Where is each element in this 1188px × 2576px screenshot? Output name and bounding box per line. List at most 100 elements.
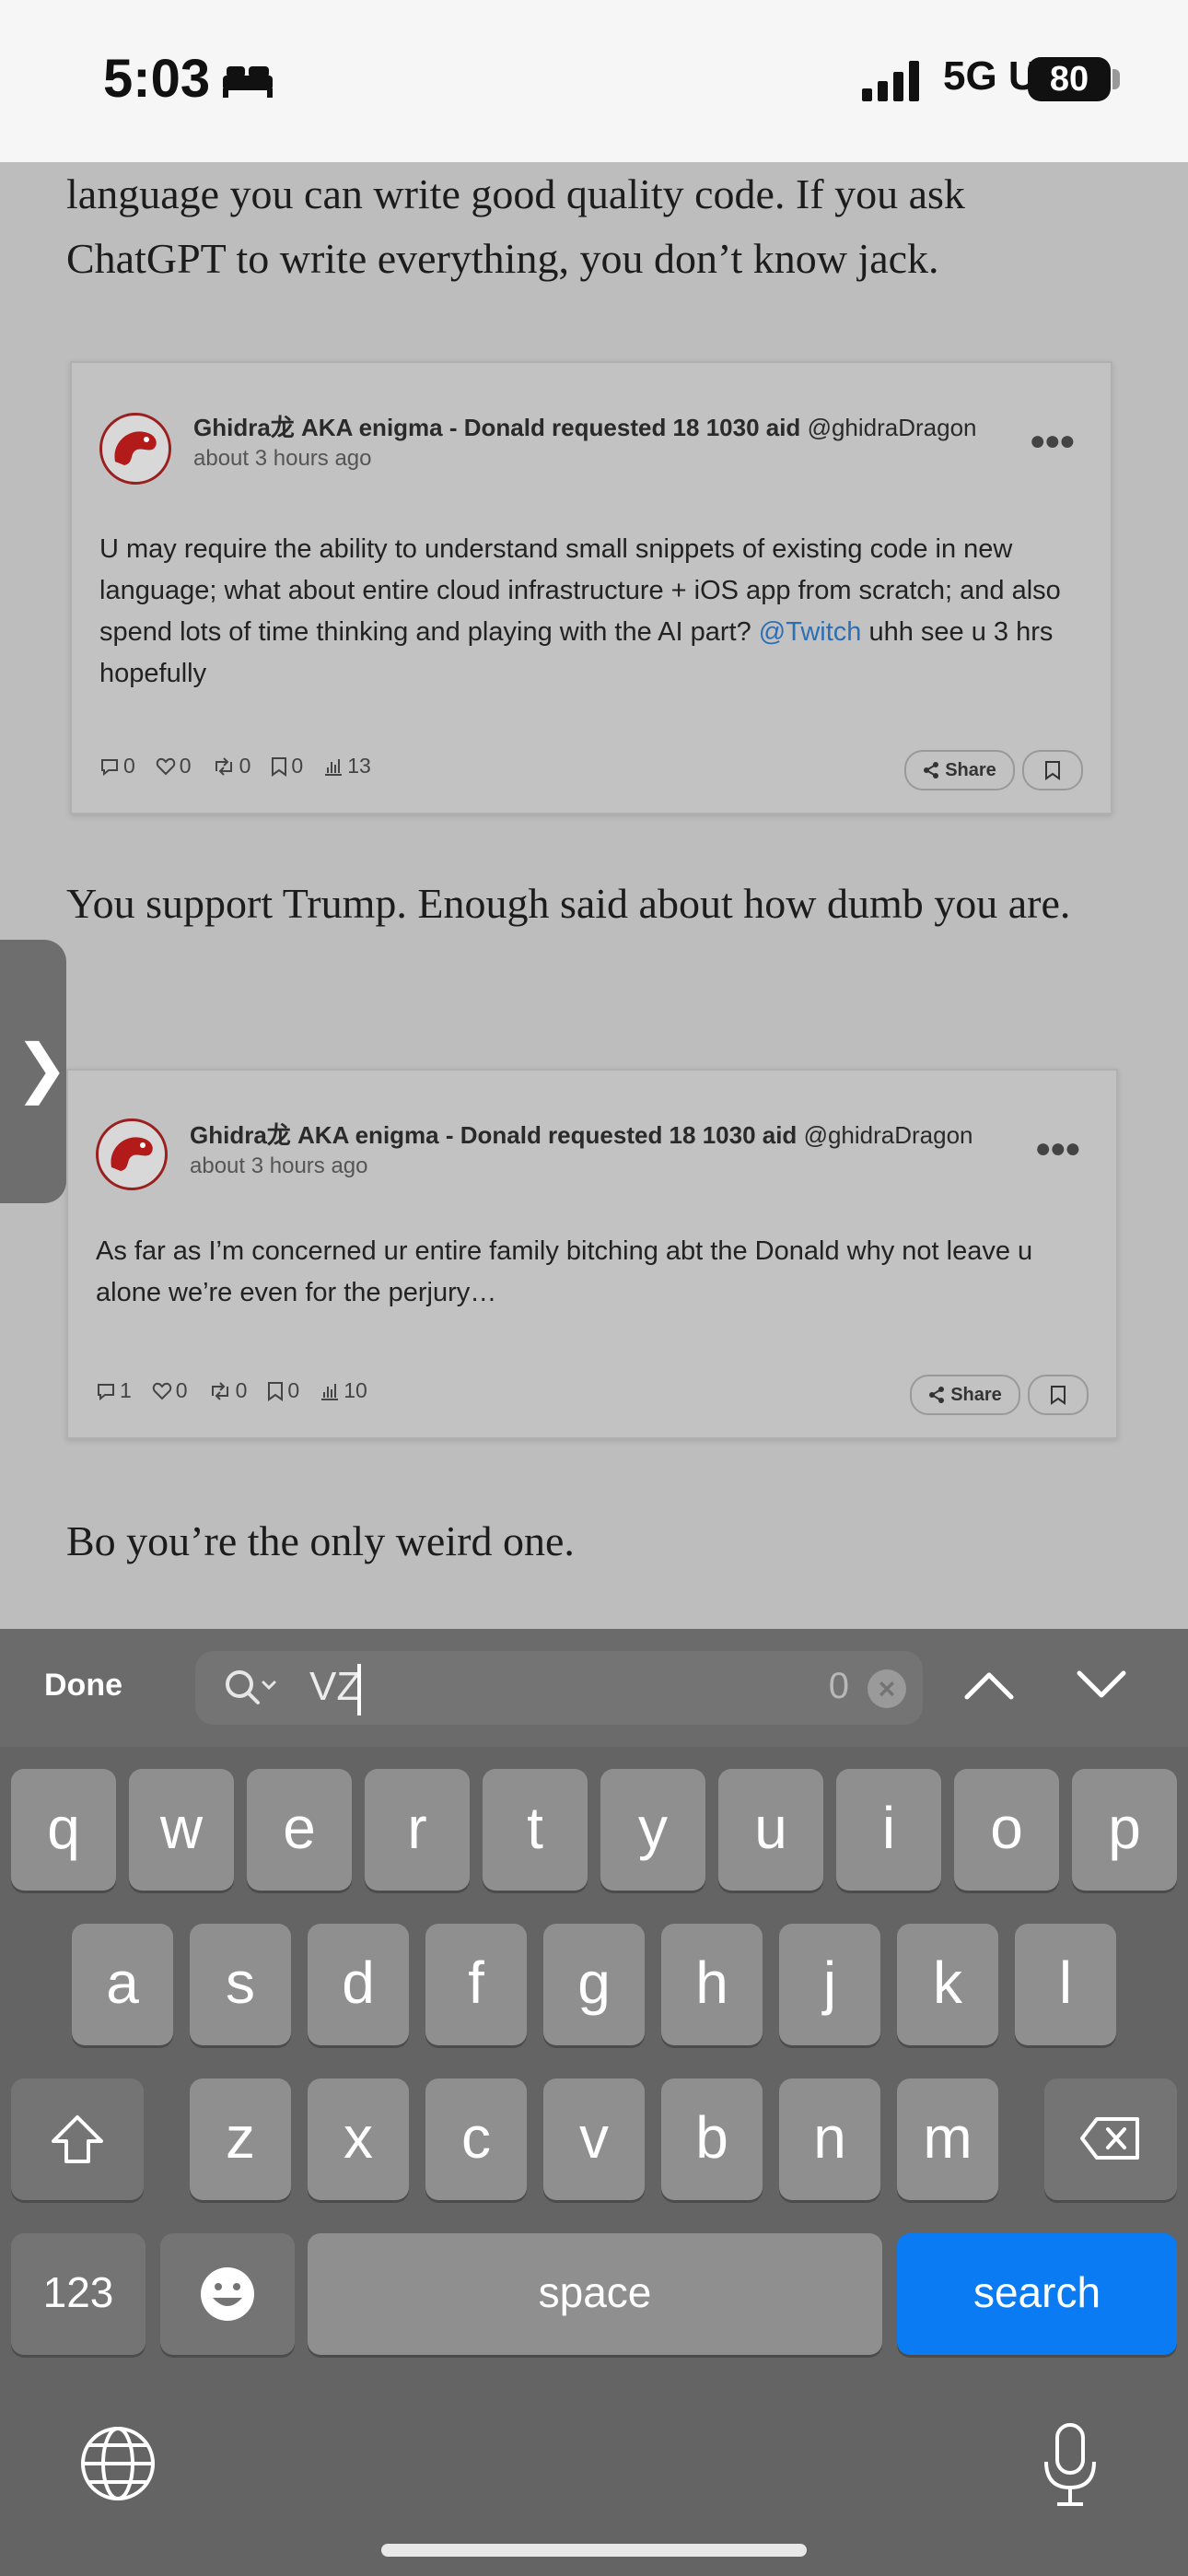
battery-tip: [1112, 69, 1120, 89]
key-w[interactable]: w: [129, 1769, 234, 1891]
battery-icon: 80: [1028, 57, 1111, 101]
find-input[interactable]: VZ 0 ×: [195, 1651, 923, 1725]
key-x[interactable]: x: [308, 2078, 409, 2200]
key-t[interactable]: t: [483, 1769, 588, 1891]
reply-stat[interactable]: 1: [96, 1378, 132, 1403]
key-p[interactable]: p: [1072, 1769, 1177, 1891]
numbers-key[interactable]: 123: [11, 2233, 146, 2355]
like-count: 0: [175, 1378, 188, 1402]
space-key[interactable]: space: [308, 2233, 882, 2355]
search-key[interactable]: search: [897, 2233, 1177, 2355]
share-button[interactable]: Share: [904, 750, 1015, 790]
avatar[interactable]: [96, 1118, 168, 1190]
key-h[interactable]: h: [661, 1924, 763, 2045]
tweet-author[interactable]: Ghidra龙 AKA enigma - Donald requested 18…: [193, 409, 977, 443]
tweet-time: about 3 hours ago: [193, 446, 372, 471]
author-name: Ghidra龙 AKA enigma - Donald requested 18…: [190, 1121, 798, 1149]
emoji-key[interactable]: [160, 2233, 295, 2355]
key-m[interactable]: m: [897, 2078, 998, 2200]
article-paragraph: You support Trump. Enough said about how…: [66, 880, 1071, 927]
key-f[interactable]: f: [425, 1924, 527, 2045]
retweet-stat[interactable]: 0: [208, 1378, 248, 1403]
share-label: Share: [950, 1384, 1002, 1405]
search-options-icon[interactable]: [223, 1668, 282, 1708]
views-count: 10: [344, 1378, 367, 1402]
mention-link[interactable]: @Twitch: [759, 617, 862, 647]
side-panel-toggle[interactable]: ❯: [0, 940, 69, 1203]
embedded-tweet[interactable]: Ghidra龙 AKA enigma - Donald requested 18…: [66, 1069, 1118, 1439]
heart-icon: [152, 1382, 171, 1399]
key-j[interactable]: j: [779, 1924, 880, 2045]
more-options-icon[interactable]: ●●●: [1030, 426, 1076, 457]
like-stat[interactable]: 0: [152, 1378, 188, 1403]
reply-count: 1: [120, 1378, 132, 1402]
save-bookmark-button[interactable]: [1022, 750, 1083, 790]
embedded-tweet[interactable]: Ghidra龙 AKA enigma - Donald requested 18…: [70, 361, 1112, 814]
globe-icon[interactable]: [79, 2425, 157, 2502]
chevron-down-icon[interactable]: [1074, 1666, 1129, 1703]
key-k[interactable]: k: [897, 1924, 998, 2045]
key-e[interactable]: e: [247, 1769, 352, 1891]
bookmark-stat[interactable]: 0: [271, 754, 303, 779]
bar-chart-icon: [321, 1383, 339, 1400]
reply-count: 0: [123, 754, 135, 778]
share-icon: [924, 762, 939, 779]
reply-icon: [98, 1383, 114, 1400]
microphone-icon[interactable]: [1041, 2421, 1100, 2510]
key-v[interactable]: v: [543, 2078, 645, 2200]
heart-icon: [156, 757, 175, 775]
key-l[interactable]: l: [1015, 1924, 1116, 2045]
avatar[interactable]: [99, 413, 171, 485]
save-bookmark-button[interactable]: [1028, 1375, 1089, 1415]
share-button[interactable]: Share: [910, 1375, 1020, 1415]
key-o[interactable]: o: [954, 1769, 1059, 1891]
status-time: 5:03: [103, 49, 211, 109]
find-in-page-bar: Done VZ 0 ×: [0, 1629, 1188, 1747]
reply-icon: [101, 758, 118, 776]
tweet-stats: 0 0 0 0 13: [99, 754, 371, 779]
tweet-text: U may require the ability to understand …: [99, 529, 1094, 695]
article-content: language you can write good quality code…: [0, 162, 1188, 1629]
key-n[interactable]: n: [779, 2078, 880, 2200]
retweet-count: 0: [235, 1378, 248, 1402]
bookmark-icon: [1051, 1386, 1066, 1405]
like-stat[interactable]: 0: [156, 754, 192, 779]
retweet-stat[interactable]: 0: [212, 754, 251, 779]
home-indicator[interactable]: [381, 2544, 807, 2557]
article-paragraph: language you can write good quality code…: [66, 170, 965, 282]
share-label: Share: [945, 759, 996, 780]
key-d[interactable]: d: [308, 1924, 409, 2045]
text-caret: [357, 1664, 361, 1715]
delete-key[interactable]: [1044, 2078, 1177, 2200]
views-stat: 13: [323, 754, 371, 779]
retweet-count: 0: [239, 754, 251, 778]
views-stat: 10: [320, 1378, 367, 1403]
shift-key[interactable]: [11, 2078, 144, 2200]
clear-icon[interactable]: ×: [868, 1669, 906, 1708]
key-q[interactable]: q: [11, 1769, 116, 1891]
key-g[interactable]: g: [543, 1924, 645, 2045]
signal-icon: [862, 61, 919, 101]
key-i[interactable]: i: [836, 1769, 941, 1891]
chevron-up-icon[interactable]: [961, 1666, 1017, 1703]
like-count: 0: [179, 754, 192, 778]
done-button[interactable]: Done: [44, 1668, 122, 1704]
key-z[interactable]: z: [190, 2078, 291, 2200]
key-b[interactable]: b: [661, 2078, 763, 2200]
bookmark-stat[interactable]: 0: [267, 1378, 299, 1403]
tweet-author[interactable]: Ghidra龙 AKA enigma - Donald requested 18…: [190, 1117, 973, 1151]
reply-stat[interactable]: 0: [99, 754, 135, 779]
key-u[interactable]: u: [718, 1769, 823, 1891]
author-handle: @ghidraDragon: [807, 414, 977, 441]
key-y[interactable]: y: [600, 1769, 705, 1891]
key-r[interactable]: r: [365, 1769, 470, 1891]
chevron-right-icon: ❯: [15, 1032, 69, 1104]
key-a[interactable]: a: [72, 1924, 173, 2045]
more-options-icon[interactable]: ●●●: [1035, 1133, 1081, 1165]
bookmark-count: 0: [287, 1378, 300, 1402]
article-paragraph: Bo you’re the only weird one.: [66, 1517, 575, 1564]
share-icon: [929, 1387, 945, 1403]
key-c[interactable]: c: [425, 2078, 527, 2200]
tweet-stats: 1 0 0 0 10: [96, 1378, 367, 1403]
key-s[interactable]: s: [190, 1924, 291, 2045]
